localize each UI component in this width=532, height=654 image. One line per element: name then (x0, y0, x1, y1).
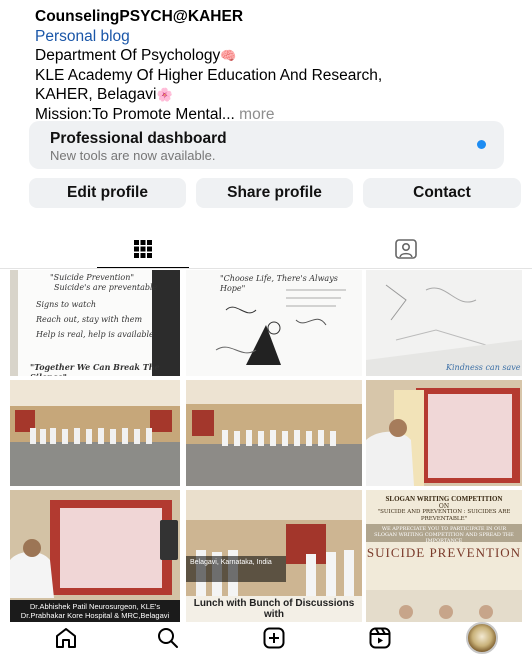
bio-line-academy: KLE Academy Of Higher Education And Rese… (35, 66, 383, 84)
tabs-divider (0, 268, 532, 269)
flower-emoji-icon: 🌸 (156, 87, 173, 102)
profile-tabs (0, 230, 532, 270)
profile-bio: CounselingPSYCH@KAHER Personal blog Depa… (35, 7, 515, 124)
post-7-caption: Dr.Abhishek Patil Neurosurgeon, KLE's Dr… (10, 600, 180, 622)
post-1-line2: Signs to watch (36, 300, 96, 309)
bio-line-department: Department Of Psychology🧠 (35, 46, 515, 66)
post-tile-3[interactable]: Kindness can save (366, 270, 522, 376)
post-tile-4[interactable] (10, 380, 180, 486)
post-1-line3: Reach out, stay with them (36, 315, 143, 324)
post-1-line4: Help is real, help is available (36, 330, 154, 339)
post-8-caption: Lunch with Bunch of Discussions with (186, 596, 362, 622)
post-8-location: Belagavi, Karnataka, India (190, 559, 272, 566)
brain-emoji-icon: 🧠 (220, 48, 237, 63)
post-9-big-text: SUICIDE PREVENTION (366, 545, 522, 560)
create-post-icon (263, 627, 285, 649)
edit-profile-button[interactable]: Edit profile (29, 178, 186, 208)
tagged-person-icon (395, 239, 417, 259)
nav-home[interactable] (46, 622, 86, 654)
post-1-footer: "Together We Can Break The Silence" (30, 362, 160, 376)
post-tile-1[interactable]: "Suicide Prevention" Suicide's are preve… (10, 270, 180, 376)
nav-create[interactable] (254, 622, 294, 654)
post-tile-5[interactable] (186, 380, 362, 486)
bio-line1-text: Department Of Psychology (35, 47, 221, 64)
post-tile-7[interactable]: Dr.Abhishek Patil Neurosurgeon, KLE's Dr… (10, 490, 180, 622)
profile-name: CounselingPSYCH@KAHER (35, 8, 244, 25)
personal-blog-link[interactable]: Personal blog (35, 27, 515, 47)
post-tile-2[interactable]: "Choose Life, There's Always Hope" (186, 270, 362, 376)
dashboard-title: Professional dashboard (50, 130, 227, 147)
post-tile-8[interactable]: Belagavi, Karnataka, India Lunch with Bu… (186, 490, 362, 622)
post-9-theme: "SUICIDE AND PREVENTION : SUICIDES ARE P… (377, 509, 511, 522)
bio-line3-text: KAHER, Belagavi (35, 86, 157, 103)
profile-avatar (466, 622, 498, 654)
bio-more-link[interactable]: more (239, 106, 274, 123)
post-1-line1: Suicide's are preventable (54, 283, 158, 292)
post-9-banner: WE APPRECIATE YOU TO PARTICIPATE IN OUR … (374, 526, 514, 544)
bio-line-city: KAHER, Belagavi🌸 (35, 85, 515, 105)
post-3-paper-art (366, 270, 522, 376)
grid-icon (134, 240, 152, 258)
nav-profile[interactable] (462, 622, 502, 654)
post-1-title: "Suicide Prevention" (50, 273, 135, 282)
notification-dot-icon (477, 140, 486, 149)
post-tile-6[interactable] (366, 380, 522, 486)
post-6-board-photo (366, 380, 522, 486)
bottom-navigation (0, 622, 532, 654)
bio-line4-text: Mission:To Promote Mental... (35, 105, 235, 123)
reels-icon (369, 627, 391, 649)
post-tile-9[interactable]: SLOGAN WRITING COMPETITION ON "SUICIDE A… (366, 490, 522, 622)
professional-dashboard-card[interactable]: Professional dashboard New tools are now… (29, 121, 504, 169)
search-icon (158, 628, 178, 648)
post-5-hall-photo (186, 380, 362, 486)
nav-reels[interactable] (360, 622, 400, 654)
nav-search[interactable] (148, 622, 188, 654)
post-3-footer: Kindness can save (446, 363, 521, 372)
share-profile-button[interactable]: Share profile (196, 178, 353, 208)
post-2-title: "Choose Life, There's Always Hope" (220, 274, 338, 293)
tab-tagged[interactable] (360, 230, 452, 268)
home-icon (56, 628, 76, 648)
contact-button[interactable]: Contact (363, 178, 521, 208)
posts-grid: "Suicide Prevention" Suicide's are preve… (10, 270, 522, 622)
tab-posts-grid[interactable] (97, 230, 189, 268)
post-4-hall-photo (10, 380, 180, 486)
dashboard-subtitle: New tools are now available. (50, 148, 216, 163)
